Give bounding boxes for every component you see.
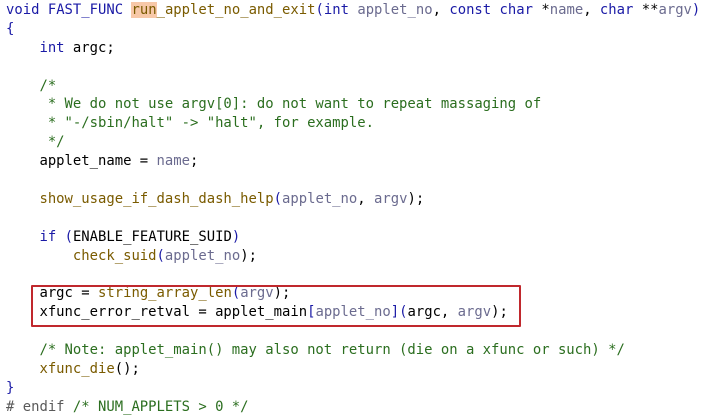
line-check-suid[interactable]: check_suid(applet_no); <box>6 247 709 266</box>
code-token: check_suid <box>72 247 157 264</box>
code-token: if <box>39 228 57 245</box>
code-token: /* Note: applet_main() may also not retu… <box>6 342 625 359</box>
code-token: ( <box>64 228 73 245</box>
line-blank[interactable] <box>6 209 709 228</box>
highlight-box <box>31 285 521 327</box>
code-token: { <box>6 20 15 37</box>
code-token: ( <box>315 2 324 18</box>
code-token: show_usage_if_dash_dash_help <box>39 190 274 207</box>
code-token: applet_name = <box>6 153 157 170</box>
code-token: int <box>39 39 65 56</box>
line-signature[interactable]: void FAST_FUNC run_applet_no_and_exit(in… <box>6 1 709 20</box>
code-token: applet_no <box>357 2 433 18</box>
code-token: FAST_FUNC <box>47 2 124 18</box>
code-token: /* <box>6 77 57 94</box>
code-token: char <box>499 2 533 18</box>
code-token: name <box>549 2 584 18</box>
code-token: */ <box>6 134 65 151</box>
line-xfunc-die[interactable]: xfunc_die(); <box>6 360 709 379</box>
code-token: , <box>583 2 600 18</box>
code-token: /* NUM_APPLETS > 0 */ <box>72 398 249 415</box>
code-token: ENABLE_FEATURE_SUID <box>72 228 232 245</box>
code-token: , <box>432 2 450 18</box>
code-token: applet_no <box>282 190 358 207</box>
code-token: ** <box>633 2 659 18</box>
line-applet-name[interactable]: applet_name = name; <box>6 152 709 171</box>
line-comment-1[interactable]: * We do not use argv[0]: do not want to … <box>6 95 709 114</box>
line-blank[interactable] <box>6 58 709 77</box>
code-lines: void FAST_FUNC run_applet_no_and_exit(in… <box>6 1 709 417</box>
code-token: argv <box>658 2 692 18</box>
line-if-suid[interactable]: if (ENABLE_FEATURE_SUID) <box>6 228 709 247</box>
code-token: name <box>156 153 190 170</box>
line-open-brace[interactable]: { <box>6 20 709 39</box>
code-editor[interactable]: void FAST_FUNC run_applet_no_and_exit(in… <box>0 0 709 420</box>
code-token: * We do not use argv[0]: do not want to … <box>6 96 542 113</box>
line-comment-2[interactable]: * "-/sbin/halt" -> "halt", for example. <box>6 114 709 133</box>
code-token: ); <box>407 190 425 207</box>
line-comment-close[interactable]: */ <box>6 133 709 152</box>
code-token: ) <box>231 228 241 245</box>
code-token: ; <box>190 153 199 170</box>
code-token: int <box>323 2 349 18</box>
code-token: ( <box>156 247 165 264</box>
code-token: void <box>6 2 40 18</box>
line-note-comment[interactable]: /* Note: applet_main() may also not retu… <box>6 341 709 360</box>
code-token: , <box>357 190 375 207</box>
code-token: * <box>533 2 550 18</box>
line-endif[interactable]: # endif /* NUM_APPLETS > 0 */ <box>6 398 709 417</box>
code-token: * "-/sbin/halt" -> "halt", for example. <box>6 115 374 132</box>
line-comment-open[interactable]: /* <box>6 77 709 96</box>
line-show-usage[interactable]: show_usage_if_dash_dash_help(applet_no, … <box>6 190 709 209</box>
line-blank[interactable] <box>6 265 709 284</box>
code-token: const <box>449 2 492 18</box>
code-token: ( <box>273 190 282 207</box>
code-token: ) <box>691 2 701 18</box>
code-token: xfunc_die <box>39 360 115 377</box>
code-token: _applet_no_and_exit <box>156 2 316 18</box>
code-token: (); <box>114 360 140 377</box>
code-token: applet_no <box>164 247 241 264</box>
code-token: argc; <box>64 39 115 56</box>
code-token: # endif <box>6 398 73 415</box>
code-token: ); <box>240 247 257 264</box>
line-close-brace[interactable]: } <box>6 379 709 398</box>
code-token: argv <box>374 190 408 207</box>
line-decl-argc[interactable]: int argc; <box>6 39 709 58</box>
search-match: run <box>131 2 157 18</box>
line-blank[interactable] <box>6 171 709 190</box>
code-token: char <box>599 2 634 18</box>
code-token: } <box>6 379 15 396</box>
